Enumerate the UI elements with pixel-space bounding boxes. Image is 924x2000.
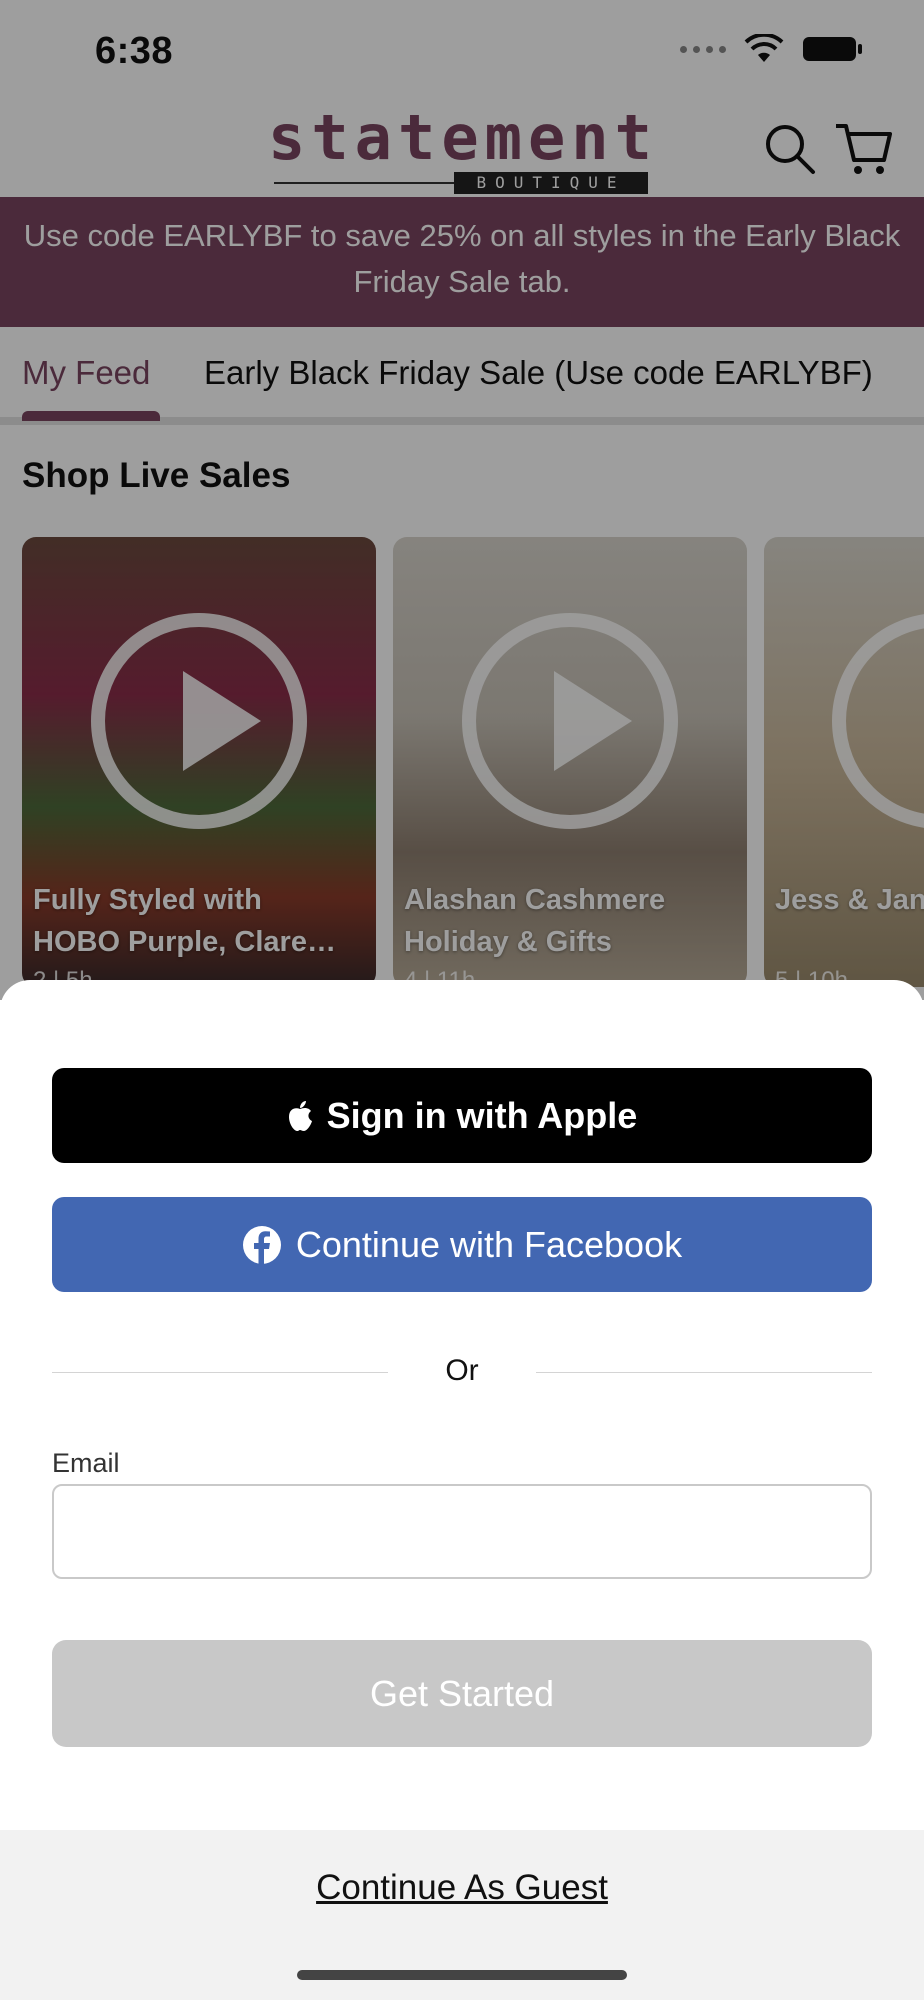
facebook-button-label: Continue with Facebook	[295, 1223, 683, 1265]
guest-footer: Continue As Guest	[0, 1830, 924, 2000]
email-label: Email	[52, 1448, 120, 1478]
get-started-button[interactable]: Get Started	[52, 1640, 872, 1747]
continue-with-facebook-button[interactable]: Continue with Facebook	[52, 1197, 872, 1292]
email-field[interactable]	[52, 1484, 872, 1579]
home-indicator[interactable]	[297, 1970, 627, 1980]
or-divider: Or	[52, 1352, 872, 1392]
divider-text: Or	[445, 1354, 479, 1387]
sign-in-with-apple-button[interactable]: Sign in with Apple	[52, 1068, 872, 1163]
divider-line	[536, 1372, 872, 1373]
facebook-icon	[242, 1225, 281, 1264]
apple-icon	[288, 1100, 312, 1131]
apple-button-label: Sign in with Apple	[326, 1094, 638, 1136]
continue-as-guest-link[interactable]: Continue As Guest	[0, 1868, 924, 1908]
sign-in-sheet: Sign in with Apple Continue with Faceboo…	[0, 980, 924, 2000]
modal-backdrop[interactable]	[0, 0, 924, 1000]
